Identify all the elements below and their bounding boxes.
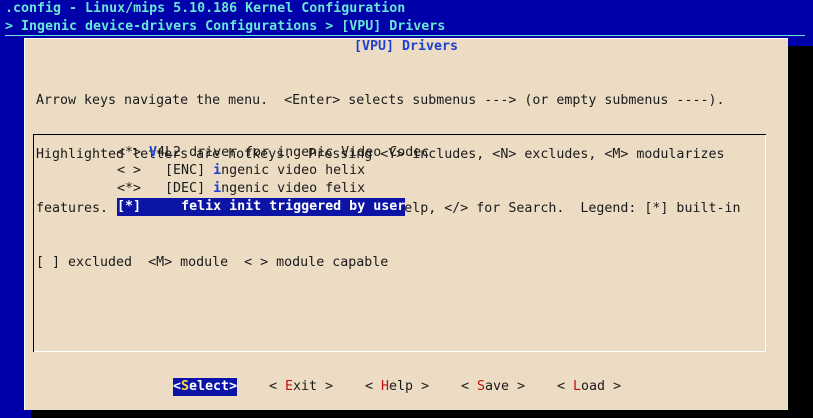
item-label: elix init triggered by user	[189, 199, 406, 214]
button-bracket: <	[461, 379, 478, 394]
button-bracket: >	[229, 379, 238, 394]
button-bracket: <	[269, 379, 286, 394]
item-label: 4L2 driver for ingenic Video Codec	[157, 145, 430, 160]
item-state: [*]	[117, 199, 150, 214]
select-button[interactable]: <Select>	[173, 378, 238, 396]
menu-border-top	[33, 134, 766, 135]
save-button[interactable]: < Save >	[461, 378, 525, 396]
button-label: xit	[293, 379, 318, 394]
button-bracket: <	[557, 379, 574, 394]
dialog-title: [VPU] Drivers	[353, 39, 459, 54]
button-bracket: >	[317, 379, 334, 394]
item-prefix	[149, 199, 181, 214]
config-dialog: [VPU] Drivers Arrow keys navigate the me…	[24, 38, 788, 410]
menu-item-dec-felix[interactable]: <*> [DEC] ingenic video felix	[117, 180, 365, 198]
button-bracket: >	[605, 379, 622, 394]
item-prefix: [DEC]	[149, 181, 214, 196]
button-hotkey: L	[573, 379, 582, 394]
help-button[interactable]: < Help >	[365, 378, 429, 396]
item-state: <*>	[117, 181, 150, 196]
menu-item-enc-helix[interactable]: < > [ENC] ingenic video helix	[117, 162, 365, 180]
button-label: oad	[581, 379, 606, 394]
item-state: < >	[117, 163, 150, 178]
header-divider	[5, 35, 805, 36]
item-label: ngenic video helix	[221, 163, 366, 178]
menu-list: <*> V4L2 driver for ingenic Video Codec …	[33, 134, 766, 352]
button-label: ave	[485, 379, 510, 394]
exit-button[interactable]: < Exit >	[269, 378, 333, 396]
menu-item-v4l2-driver[interactable]: <*> V4L2 driver for ingenic Video Codec	[117, 144, 429, 162]
breadcrumb: > Ingenic device-drivers Configurations …	[5, 19, 446, 34]
item-hotkey: i	[213, 181, 222, 196]
item-label: ngenic video felix	[221, 181, 366, 196]
button-bracket: <	[365, 379, 382, 394]
button-bracket: >	[509, 379, 526, 394]
button-label: elp	[389, 379, 414, 394]
item-hotkey: i	[213, 163, 222, 178]
menu-border-left	[33, 134, 34, 352]
item-hotkey: f	[181, 199, 190, 214]
dialog-border-left	[24, 38, 25, 410]
load-button[interactable]: < Load >	[557, 378, 621, 396]
menu-item-felix-init[interactable]: [*] felix init triggered by user	[117, 198, 406, 216]
button-label: elect	[189, 379, 230, 394]
button-bracket: >	[413, 379, 430, 394]
menu-border-right	[765, 135, 766, 352]
menu-border-bottom	[34, 351, 766, 352]
window-title: .config - Linux/mips 5.10.186 Kernel Con…	[5, 1, 406, 16]
button-bracket: <	[173, 379, 182, 394]
button-hotkey: S	[181, 379, 190, 394]
help-line: Arrow keys navigate the menu. <Enter> se…	[36, 93, 725, 108]
button-hotkey: S	[477, 379, 486, 394]
item-hotkey: V	[149, 145, 158, 160]
button-hotkey: E	[285, 379, 294, 394]
button-hotkey: H	[381, 379, 390, 394]
item-prefix: [ENC]	[149, 163, 214, 178]
item-state: <*>	[117, 145, 150, 160]
